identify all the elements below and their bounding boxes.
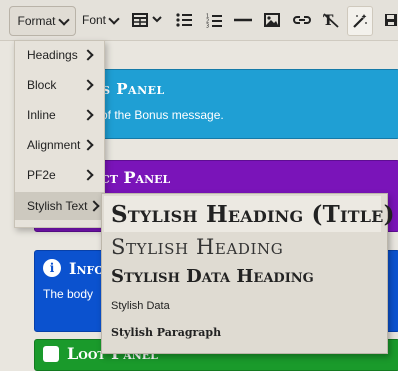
bullet-list-icon [176, 13, 192, 27]
clear-formatting-button[interactable]: T [320, 6, 342, 34]
menu-item-label: Inline [27, 108, 56, 122]
link-button[interactable] [291, 6, 313, 34]
effect-panel-title: ct Panel [101, 168, 171, 187]
chevron-right-icon [82, 109, 94, 121]
format-menu: Headings Block Inline Alignment PF2e Sty… [14, 40, 105, 228]
menu-item-label: Alignment [27, 138, 81, 152]
menu-item-inline[interactable]: Inline [15, 102, 104, 128]
stylish-text-submenu: Stylish Heading (Title) Stylish Heading … [101, 193, 394, 354]
submenu-item-label: Stylish Paragraph [111, 325, 222, 339]
menu-item-label: Headings [27, 48, 78, 62]
horizontal-rule-icon [234, 18, 252, 22]
menu-item-label: Block [27, 78, 57, 92]
clear-formatting-icon: T [323, 13, 339, 28]
editor-toolbar: Format Font 1 2 3 T [0, 0, 398, 41]
submenu-item-stylish-paragraph[interactable]: Stylish Paragraph [102, 320, 387, 344]
horizontal-rule-button[interactable] [232, 6, 254, 34]
info-panel-body: The body [43, 287, 94, 301]
chevron-right-icon [82, 49, 94, 61]
image-icon [264, 13, 280, 27]
chevron-right-icon [82, 169, 94, 181]
table-button[interactable] [131, 6, 165, 34]
menu-item-alignment[interactable]: Alignment [15, 132, 104, 158]
chevron-down-icon [57, 13, 70, 26]
menu-item-headings[interactable]: Headings [15, 42, 104, 68]
magic-wand-button[interactable] [347, 6, 373, 36]
submenu-item-stylish-heading-title[interactable]: Stylish Heading (Title) [104, 196, 394, 232]
menu-item-stylish-text[interactable]: Stylish Text [15, 192, 104, 220]
format-dropdown-button[interactable]: Format [9, 6, 76, 36]
chevron-down-icon [108, 12, 120, 25]
bonus-panel-body: of the Bonus message. [101, 108, 224, 122]
menu-item-pf2e[interactable]: PF2e [15, 162, 104, 188]
numbered-list-icon: 1 2 3 [206, 13, 222, 28]
submenu-item-label: Stylish Data [111, 300, 170, 312]
submenu-item-stylish-heading[interactable]: Stylish Heading [102, 233, 387, 261]
submenu-item-label: Stylish Heading (Title) [111, 200, 395, 228]
link-icon [293, 16, 311, 24]
chevron-right-icon [82, 139, 94, 151]
chevron-right-icon [82, 79, 94, 91]
svg-text:3: 3 [206, 23, 209, 28]
bullet-list-button[interactable] [173, 6, 195, 34]
magic-wand-icon [353, 14, 367, 28]
table-icon [132, 13, 162, 27]
font-label: Font [82, 13, 107, 27]
font-dropdown-button[interactable]: Font [79, 6, 124, 34]
save-button[interactable] [380, 6, 398, 34]
info-panel-title: Info [69, 259, 104, 278]
submenu-item-label: Stylish Heading [111, 235, 284, 259]
format-label: Format [17, 14, 56, 28]
info-icon: i [43, 259, 61, 277]
menu-item-block[interactable]: Block [15, 72, 104, 98]
image-button[interactable] [261, 6, 283, 34]
menu-item-label: PF2e [27, 168, 56, 182]
submenu-item-stylish-data-heading[interactable]: Stylish Data Heading [102, 262, 387, 290]
loot-icon [43, 346, 59, 362]
menu-item-label: Stylish Text [27, 199, 88, 213]
save-icon [385, 14, 397, 26]
numbered-list-button[interactable]: 1 2 3 [203, 6, 225, 34]
submenu-item-label: Stylish Data Heading [111, 265, 314, 287]
submenu-item-stylish-data[interactable]: Stylish Data [102, 294, 387, 318]
chevron-right-icon [88, 200, 100, 212]
